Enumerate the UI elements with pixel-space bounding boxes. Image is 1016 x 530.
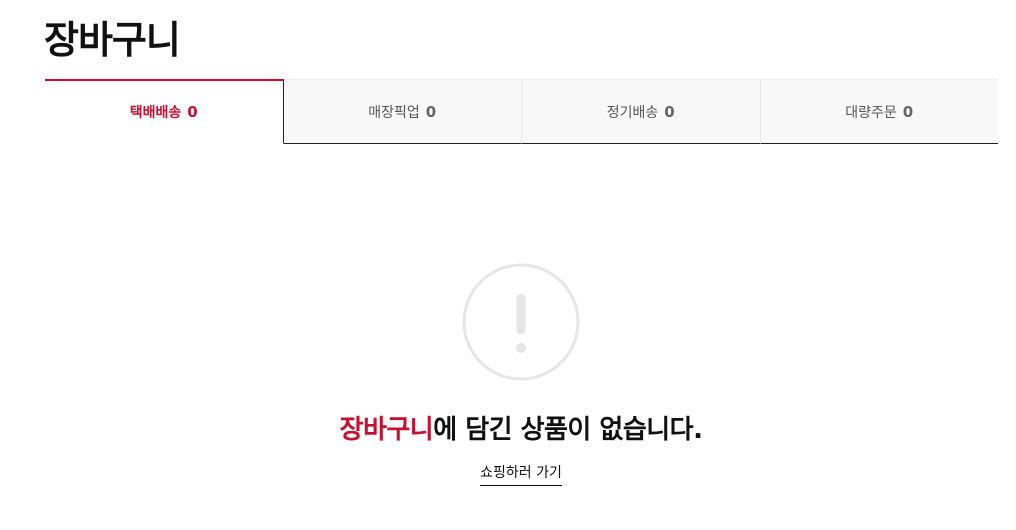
empty-cart-message-text: 에 담긴 상품이 없습니다. xyxy=(433,415,703,445)
tab-bulk-order[interactable]: 대량주문 0 xyxy=(760,79,998,144)
go-shopping-link[interactable]: 쇼핑하러 가기 xyxy=(480,462,562,486)
empty-cart-state: 장바구니에 담긴 상품이 없습니다. 쇼핑하러 가기 xyxy=(0,262,1016,486)
tab-store-pickup[interactable]: 매장픽업 0 xyxy=(283,79,522,144)
tab-label: 매장픽업 xyxy=(368,104,420,121)
delivery-tabs: 택배배송 0 매장픽업 0 정기배송 0 대량주문 0 xyxy=(45,79,998,144)
tab-label: 대량주문 xyxy=(845,104,897,121)
tab-count: 0 xyxy=(187,103,198,121)
tab-label: 택배배송 xyxy=(129,105,182,121)
page-title: 장바구니 xyxy=(44,18,181,62)
tab-count: 0 xyxy=(425,102,437,121)
tab-regular-delivery[interactable]: 정기배송 0 xyxy=(522,79,761,144)
tab-count: 0 xyxy=(664,102,675,121)
tab-parcel-delivery[interactable]: 택배배송 0 xyxy=(45,79,284,144)
exclamation-circle-icon xyxy=(461,262,581,382)
empty-cart-message: 장바구니에 담긴 상품이 없습니다. xyxy=(0,412,1016,448)
tab-label: 정기배송 xyxy=(606,104,659,121)
empty-cart-message-highlight: 장바구니 xyxy=(339,415,434,445)
tab-count: 0 xyxy=(902,102,914,121)
